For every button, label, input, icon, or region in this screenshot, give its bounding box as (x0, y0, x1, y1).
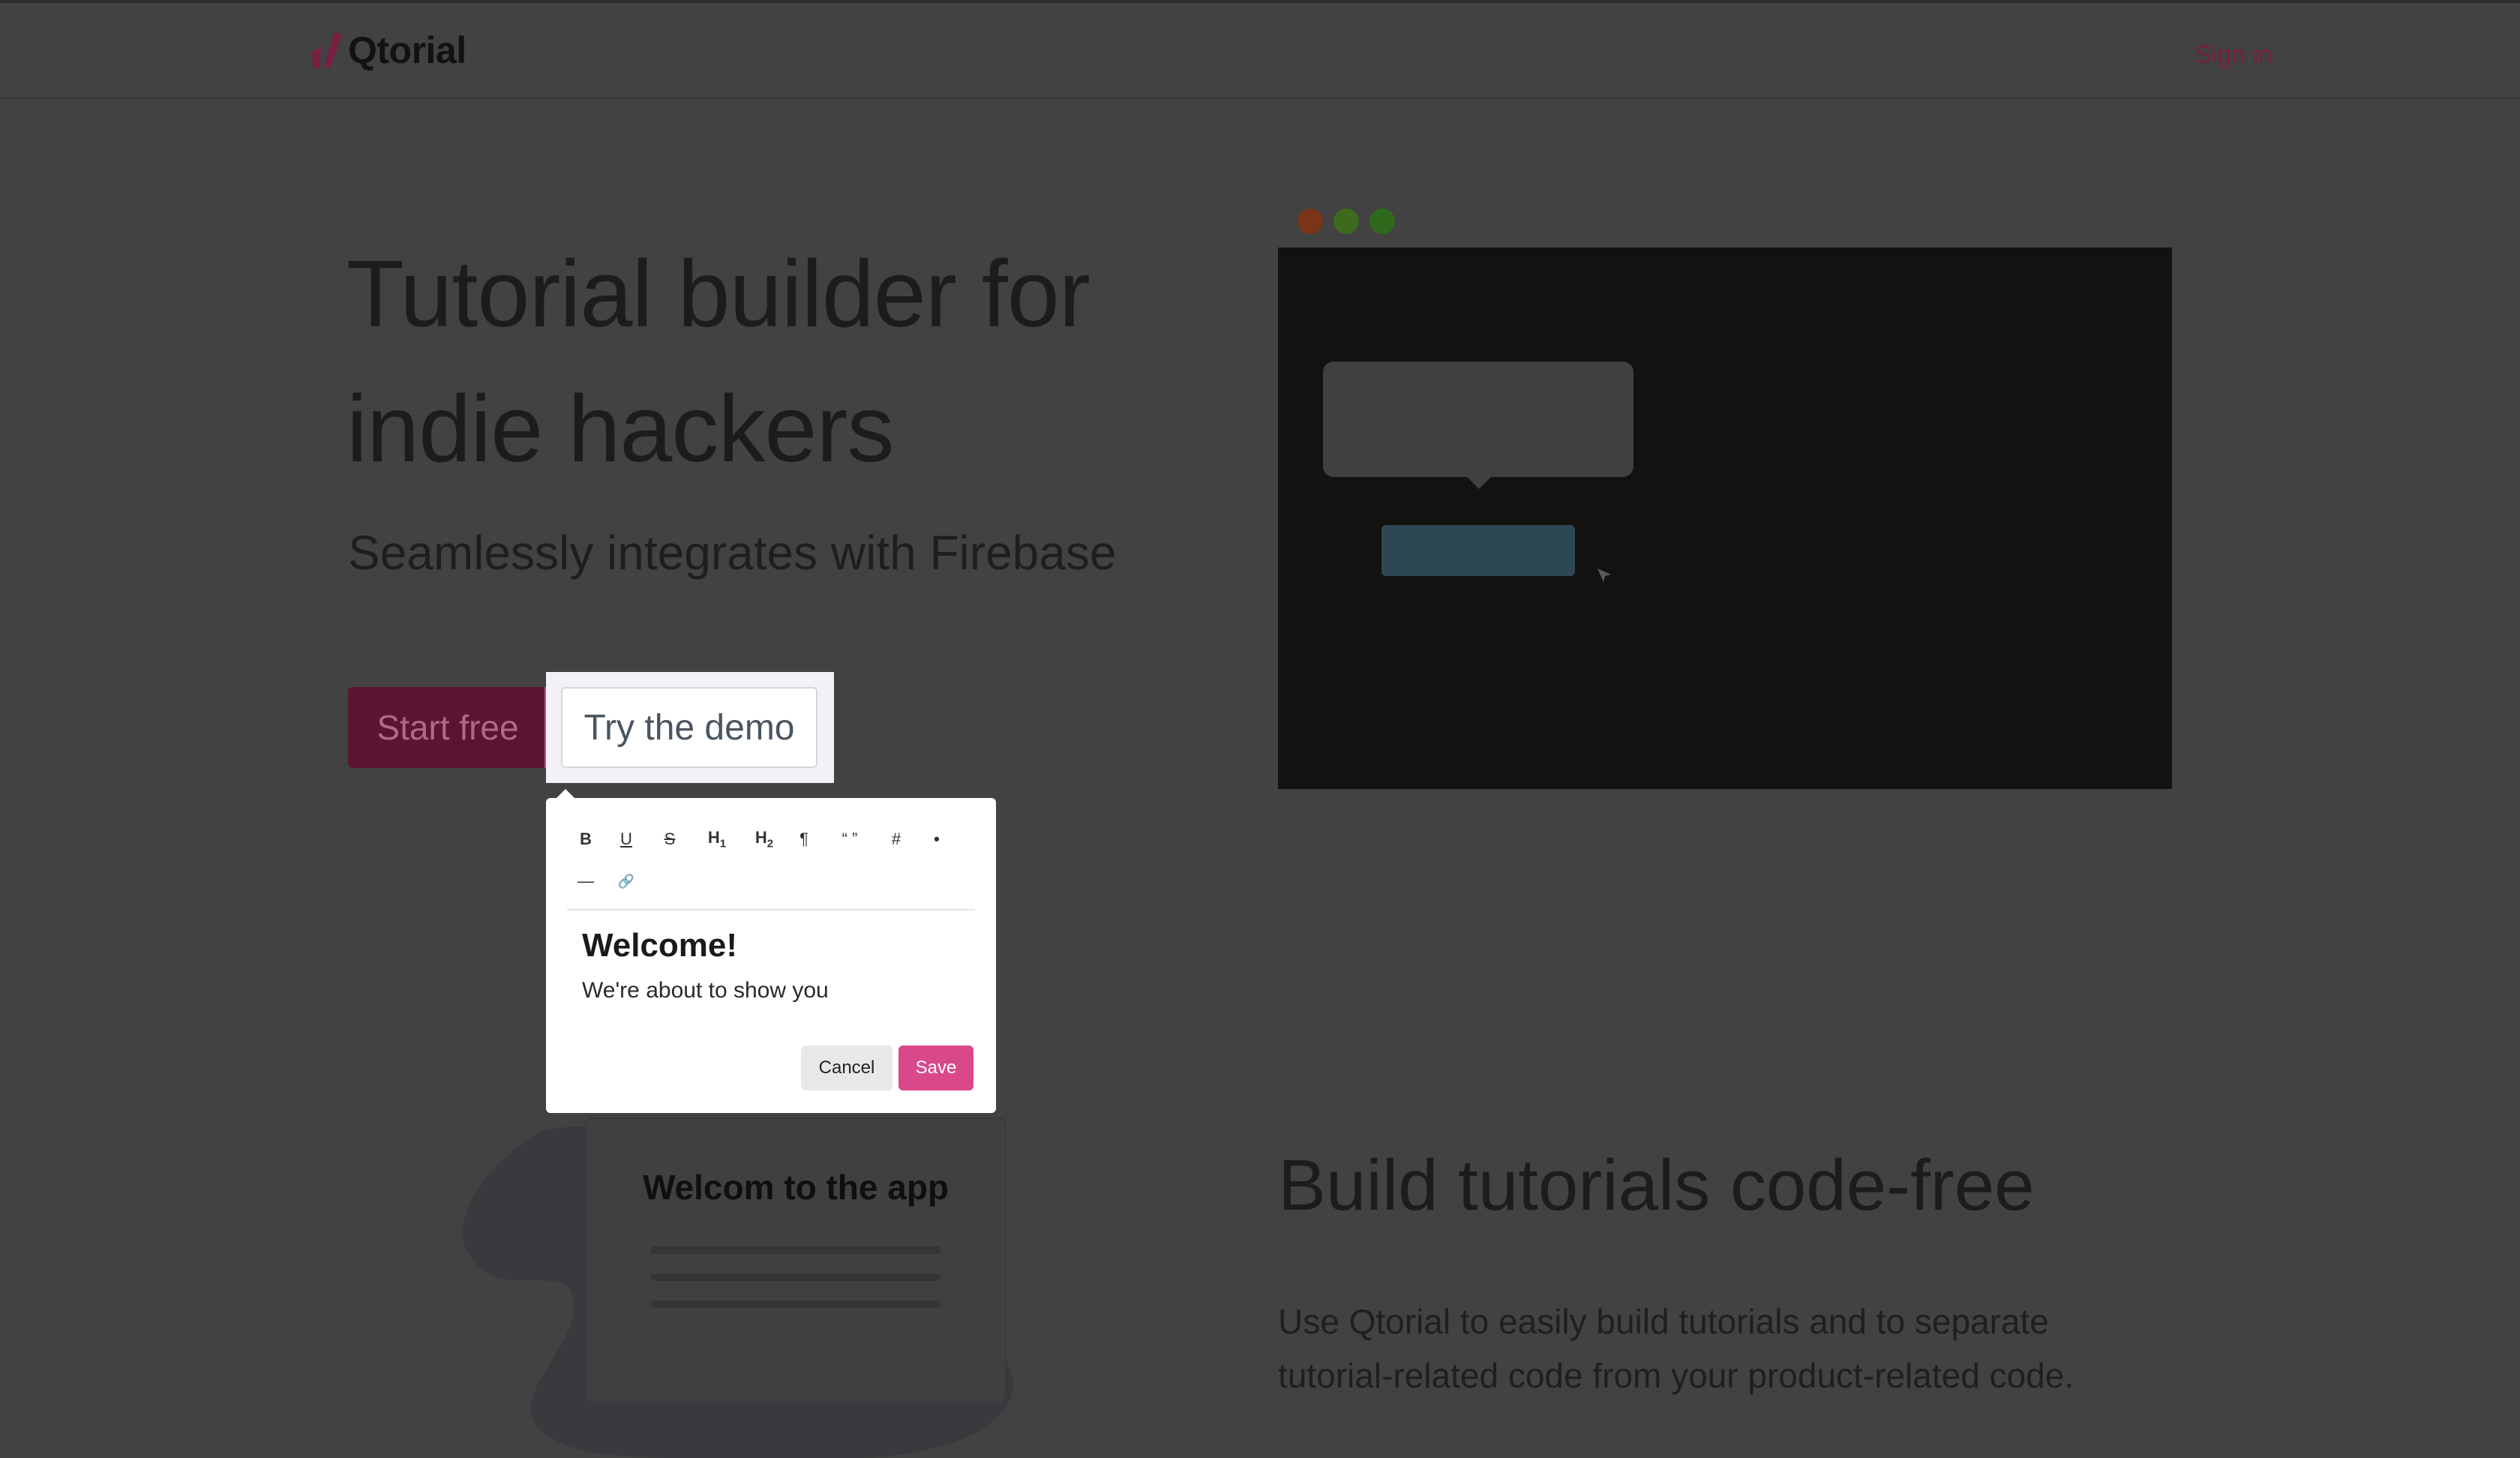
welcome-card-preview: Welcom to the app (585, 1118, 1006, 1402)
mock-tooltip-bubble (1323, 362, 1634, 477)
feature-title: Build tutorials code-free (1278, 1145, 2035, 1226)
save-button[interactable]: Save (898, 1046, 974, 1090)
toolbar-divider (567, 909, 975, 910)
close-dot-icon (1298, 208, 1323, 234)
strikethrough-icon[interactable]: S (648, 830, 692, 849)
paragraph-icon[interactable]: ¶ (786, 830, 822, 849)
cursor-icon (1598, 568, 1611, 582)
card-placeholder-line (651, 1300, 940, 1308)
start-free-button[interactable]: Start free (348, 687, 548, 768)
popover-body-text[interactable]: We're about to show you (582, 978, 829, 1004)
cancel-button[interactable]: Cancel (801, 1046, 892, 1090)
try-demo-button[interactable]: Try the demo (561, 687, 818, 768)
logo[interactable]: Qtorial (308, 28, 466, 72)
quote-icon[interactable]: “ ” (822, 830, 878, 849)
maximize-dot-icon (1370, 208, 1395, 234)
heading1-icon[interactable]: H1 (692, 828, 742, 850)
heading2-icon[interactable]: H2 (742, 828, 786, 850)
qtorial-logo-icon (312, 32, 342, 68)
mock-tooltip-tail (1466, 476, 1492, 489)
popover-heading[interactable]: Welcome! (582, 927, 737, 964)
underline-icon[interactable]: U (604, 830, 648, 849)
card-title: Welcom to the app (642, 1168, 950, 1207)
minimize-dot-icon (1334, 208, 1359, 234)
brand-name: Qtorial (348, 29, 466, 71)
top-navigation: Qtorial Sign in (0, 0, 2520, 99)
card-placeholder-line (651, 1274, 940, 1281)
editor-toolbar-row-1: B U S H1 H2 ¶ “ ” # • (567, 828, 958, 850)
feature-description: Use Qtorial to easily build tutorials an… (1278, 1302, 2074, 1395)
hero-title: Tutorial builder for indie hackers (346, 241, 1090, 482)
link-icon[interactable]: 🔗 (604, 874, 648, 890)
editor-popover: B U S H1 H2 ¶ “ ” # • — 🔗 Welcome! We're… (546, 798, 996, 1113)
sign-in-link[interactable]: Sign in (2194, 40, 2272, 70)
mock-button (1382, 525, 1575, 576)
editor-toolbar-row-2: — 🔗 (567, 872, 648, 891)
horizontal-rule-icon[interactable]: — (567, 872, 604, 891)
hero-subtitle: Seamlessly integrates with Firebase (348, 526, 1117, 580)
code-icon[interactable]: # (878, 830, 915, 849)
bold-icon[interactable]: B (567, 830, 604, 849)
demo-preview-window (1278, 248, 2172, 789)
window-controls (1298, 208, 1395, 234)
card-placeholder-line (651, 1246, 940, 1254)
list-icon[interactable]: • (915, 830, 958, 849)
